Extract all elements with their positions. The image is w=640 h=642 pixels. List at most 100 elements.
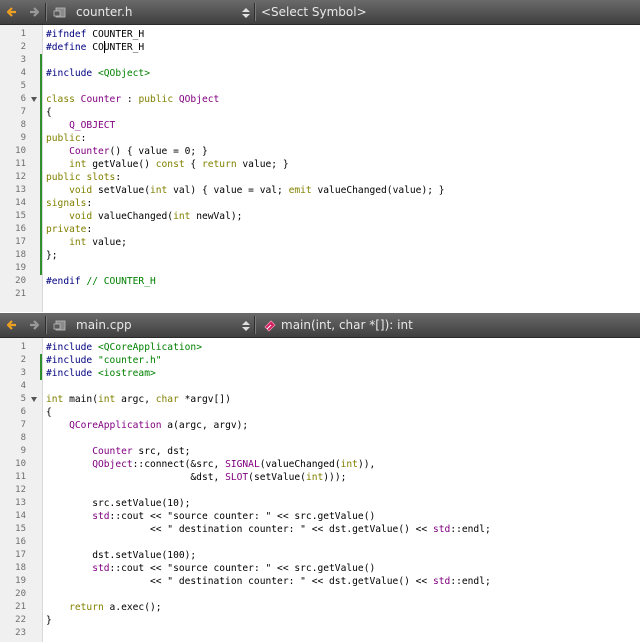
line-number: 7 — [20, 107, 26, 117]
line-number: 7 — [20, 420, 26, 430]
code-line: ​ — [46, 262, 445, 275]
line-number: 20 — [15, 589, 26, 599]
code-line: #include <iostream> — [46, 368, 156, 379]
line-number: 17 — [15, 550, 26, 560]
code-line: ​ — [46, 288, 445, 301]
code-line: << " destination counter: " << dst.getVa… — [46, 524, 491, 535]
file-combo-arrow-icon[interactable] — [241, 5, 251, 19]
line-number: 4 — [20, 68, 26, 78]
lock-file-icon[interactable] — [52, 4, 68, 20]
code-line: class Counter : public QObject — [46, 94, 220, 105]
line-number: 14 — [15, 511, 26, 521]
line-number: 8 — [20, 120, 26, 130]
fold-arrow-icon[interactable] — [31, 97, 37, 102]
back-arrow-icon[interactable] — [4, 4, 20, 20]
code-line: #ifndef COUNTER_H — [46, 29, 145, 40]
lock-file-icon[interactable] — [52, 317, 68, 333]
symbol-combo[interactable]: <Select Symbol> — [261, 4, 367, 20]
editor-toolbar: counter.h <Select Symbol> — [0, 0, 640, 25]
code-line: std::cout << "source counter: " << src.g… — [92, 511, 376, 522]
line-number: 13 — [15, 185, 26, 195]
file-combo[interactable]: main.cpp — [76, 317, 132, 333]
line-number: 18 — [15, 250, 26, 260]
line-number: 18 — [15, 563, 26, 573]
line-number: 11 — [15, 472, 26, 482]
line-number: 20 — [15, 276, 26, 286]
code-line: ​ — [46, 80, 445, 93]
code-line: #include <QObject> — [46, 68, 150, 79]
code-area[interactable]: #ifndef COUNTER_H#define COUNTER_H​#incl… — [46, 28, 445, 301]
code-line: ​ — [46, 627, 491, 640]
code-line: << " destination counter: " << dst.getVa… — [46, 576, 491, 587]
code-line: #define COUNTER_H — [46, 42, 145, 53]
forward-arrow-icon[interactable] — [26, 4, 42, 20]
function-icon — [262, 317, 278, 333]
code-line: void setValue(int val) { value = val; em… — [69, 185, 445, 196]
line-number: 9 — [20, 133, 26, 143]
code-line: public slots: — [46, 172, 122, 183]
back-arrow-icon[interactable] — [4, 317, 20, 333]
code-line: dst.setValue(100); — [46, 550, 197, 561]
line-number: 8 — [20, 433, 26, 443]
line-number: 9 — [20, 446, 26, 456]
editor-toolbar: main.cpp main(int, char *[]): int — [0, 313, 640, 338]
line-number: 12 — [15, 172, 26, 182]
editor-pane-counter-h: counter.h <Select Symbol> 1 2 3 4 5 6 7 8 9 10 11 1… — [0, 0, 640, 312]
line-number: 12 — [15, 485, 26, 495]
code-line: #endif // COUNTER_H — [46, 276, 156, 287]
line-number: 6 — [20, 94, 26, 104]
symbol-combo[interactable]: main(int, char *[]): int — [281, 317, 413, 333]
code-line: private: — [46, 224, 93, 235]
modified-line-marker — [40, 354, 42, 380]
line-number: 1 — [20, 29, 26, 39]
line-number: 5 — [20, 81, 26, 91]
line-number: 16 — [15, 224, 26, 234]
file-combo[interactable]: counter.h — [76, 4, 133, 20]
line-number: 21 — [15, 289, 26, 299]
code-line: std::cout << "source counter: " << src.g… — [92, 563, 376, 574]
code-line: }; — [46, 250, 58, 261]
line-number: 2 — [20, 355, 26, 365]
code-area[interactable]: #include <QCoreApplication> #include "cou… — [46, 341, 491, 640]
line-number: 3 — [20, 368, 26, 378]
line-number: 19 — [15, 263, 26, 273]
line-number: 19 — [15, 576, 26, 586]
code-line: ​ — [46, 588, 491, 601]
file-combo-arrow-icon[interactable] — [241, 318, 251, 332]
code-line: QObject::connect(&src, SIGNAL(valueChang… — [92, 459, 376, 470]
code-line: { — [46, 407, 52, 418]
line-number: 5 — [20, 394, 26, 404]
line-number: 15 — [15, 211, 26, 221]
code-line: int main(int argc, char *argv[]) — [46, 394, 231, 405]
code-line: #include "counter.h" — [46, 355, 162, 366]
code-line: ​ — [46, 536, 491, 549]
code-line: signals: — [46, 198, 93, 209]
code-line: return a.exec(); — [69, 602, 162, 613]
code-line: ​ — [46, 432, 491, 445]
line-number: 15 — [15, 524, 26, 534]
editor-pane-main-cpp: main.cpp main(int, char *[]): int 123456… — [0, 313, 640, 642]
line-number-gutter: 1 2 3 4 5 6 7 8 9 10 11 12 13 14 15 16 17 18 19 20 21 22 23 — [0, 338, 43, 642]
code-line: Counter() { value = 0; } — [69, 146, 208, 157]
code-line: void valueChanged(int newVal); — [69, 211, 243, 222]
line-number: 11 — [15, 159, 26, 169]
forward-arrow-icon[interactable] — [26, 317, 42, 333]
code-line: Counter src, dst; — [92, 446, 191, 457]
code-line: int value; — [69, 237, 127, 248]
line-number: 14 — [15, 198, 26, 208]
code-line: src.setValue(10); — [46, 498, 191, 509]
code-line: } — [46, 615, 52, 626]
line-number: 21 — [15, 602, 26, 612]
code-line: ​ — [46, 380, 491, 393]
line-number: 10 — [15, 459, 26, 469]
line-number: 4 — [20, 381, 26, 391]
line-number: 17 — [15, 237, 26, 247]
code-line: int getValue() const { return value; } — [69, 159, 289, 170]
line-number: 23 — [15, 628, 26, 638]
code-line: public: — [46, 133, 87, 144]
line-number: 1 — [20, 342, 26, 352]
fold-arrow-icon[interactable] — [31, 397, 37, 402]
line-number-gutter: 1 2 3 4 5 6 7 8 9 10 11 12 13 14 15 16 17 18 19 20 21 — [0, 25, 43, 312]
code-line: ​ — [46, 484, 491, 497]
line-number: 22 — [15, 615, 26, 625]
